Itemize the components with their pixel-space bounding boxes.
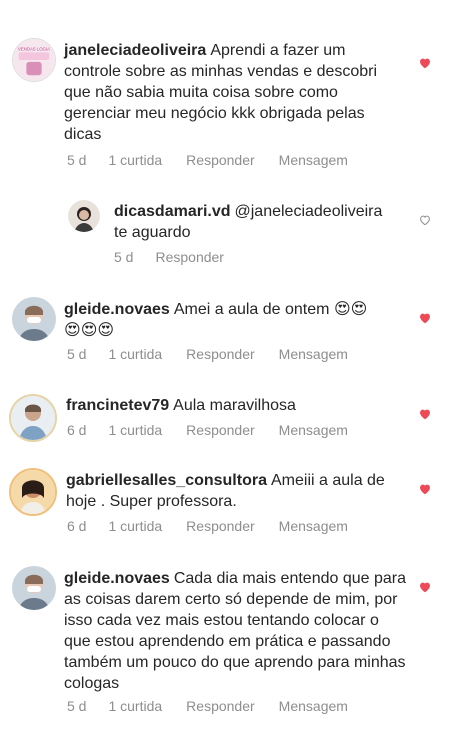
message-button[interactable]: Mensagem xyxy=(279,698,348,714)
message-button[interactable]: Mensagem xyxy=(279,518,348,534)
reply-button[interactable]: Responder xyxy=(186,518,255,534)
heart-icon[interactable] xyxy=(418,482,432,496)
comment-meta: 6 d 1 curtida Responder Mensagem xyxy=(67,422,372,438)
avatar[interactable] xyxy=(68,200,100,232)
reply-button[interactable]: Responder xyxy=(186,422,255,438)
comment-body: Cada dia mais entendo que para as coisas… xyxy=(64,570,406,692)
reply-button[interactable]: Responder xyxy=(186,346,255,362)
message-button[interactable]: Mensagem xyxy=(279,346,348,362)
reply-button[interactable]: Responder xyxy=(186,698,255,714)
comment-username[interactable]: gleide.novaes xyxy=(64,570,170,587)
message-button[interactable]: Mensagem xyxy=(279,422,348,438)
emoji: 😍 xyxy=(97,322,115,339)
reply-button[interactable]: Responder xyxy=(186,152,255,168)
comment-text: gabriellesalles_consultora Ameiii a aula … xyxy=(66,470,404,512)
message-button[interactable]: Mensagem xyxy=(279,152,348,168)
comment-body: Amei a aula de ontem xyxy=(173,301,330,318)
comment-meta: 5 d 1 curtida Responder Mensagem xyxy=(67,152,372,168)
comment-username[interactable]: janeleciadeoliveira xyxy=(64,42,206,59)
comment-text: janeleciadeoliveira Aprendi a fazer um co… xyxy=(64,40,404,145)
comment-time: 6 d xyxy=(67,422,87,438)
comment-time: 6 d xyxy=(67,518,87,534)
comment-text: dicasdamari.vd @janeleciadeoliveira te ag… xyxy=(114,201,404,243)
like-count[interactable]: 1 curtida xyxy=(108,422,162,438)
avatar[interactable] xyxy=(12,566,56,610)
comment-text: francinetev79 Aula maravilhosa xyxy=(66,395,406,416)
comment-body: Aula maravilhosa xyxy=(173,397,296,414)
emoji: 😍 xyxy=(350,301,368,318)
comment-meta: 6 d 1 curtida Responder Mensagem xyxy=(67,518,372,534)
reply-button[interactable]: Responder xyxy=(155,249,224,265)
comment-meta: 5 d Responder xyxy=(114,249,248,265)
comment-body: te aguardo xyxy=(114,224,191,241)
heart-icon[interactable] xyxy=(418,56,432,70)
comment-time: 5 d xyxy=(114,249,134,265)
comment-text: gleide.novaes Amei a aula de ontem 😍😍 😍😍😍 xyxy=(64,299,404,341)
emoji: 😍 xyxy=(333,301,351,318)
comment-text: gleide.novaes Cada dia mais entendo que p… xyxy=(64,568,406,694)
comment-time: 5 d xyxy=(67,152,87,168)
avatar-logo-text: VENDAS LOGIA xyxy=(18,46,50,51)
heart-icon[interactable] xyxy=(418,311,432,325)
comment-username[interactable]: francinetev79 xyxy=(66,397,169,414)
avatar[interactable] xyxy=(9,468,57,516)
comment-username[interactable]: gleide.novaes xyxy=(64,301,170,318)
comment-time: 5 d xyxy=(67,698,87,714)
comment-meta: 5 d 1 curtida Responder Mensagem xyxy=(67,698,372,714)
like-count[interactable]: 1 curtida xyxy=(108,152,162,168)
like-count[interactable]: 1 curtida xyxy=(108,346,162,362)
comment-meta: 5 d 1 curtida Responder Mensagem xyxy=(67,346,372,362)
heart-icon[interactable] xyxy=(418,580,432,594)
comment-username[interactable]: gabriellesalles_consultora xyxy=(66,472,267,489)
like-count[interactable]: 1 curtida xyxy=(108,698,162,714)
heart-outline-icon[interactable] xyxy=(418,213,432,227)
heart-icon[interactable] xyxy=(418,407,432,421)
avatar[interactable] xyxy=(9,394,57,442)
avatar[interactable]: VENDAS LOGIA xyxy=(12,38,56,82)
mention-link[interactable]: @janeleciadeoliveira xyxy=(235,203,383,220)
emoji: 😍 xyxy=(80,322,98,339)
comment-time: 5 d xyxy=(67,346,87,362)
comment-username[interactable]: dicasdamari.vd xyxy=(114,203,231,220)
emoji: 😍 xyxy=(64,322,81,339)
like-count[interactable]: 1 curtida xyxy=(108,518,162,534)
avatar[interactable] xyxy=(12,297,56,341)
